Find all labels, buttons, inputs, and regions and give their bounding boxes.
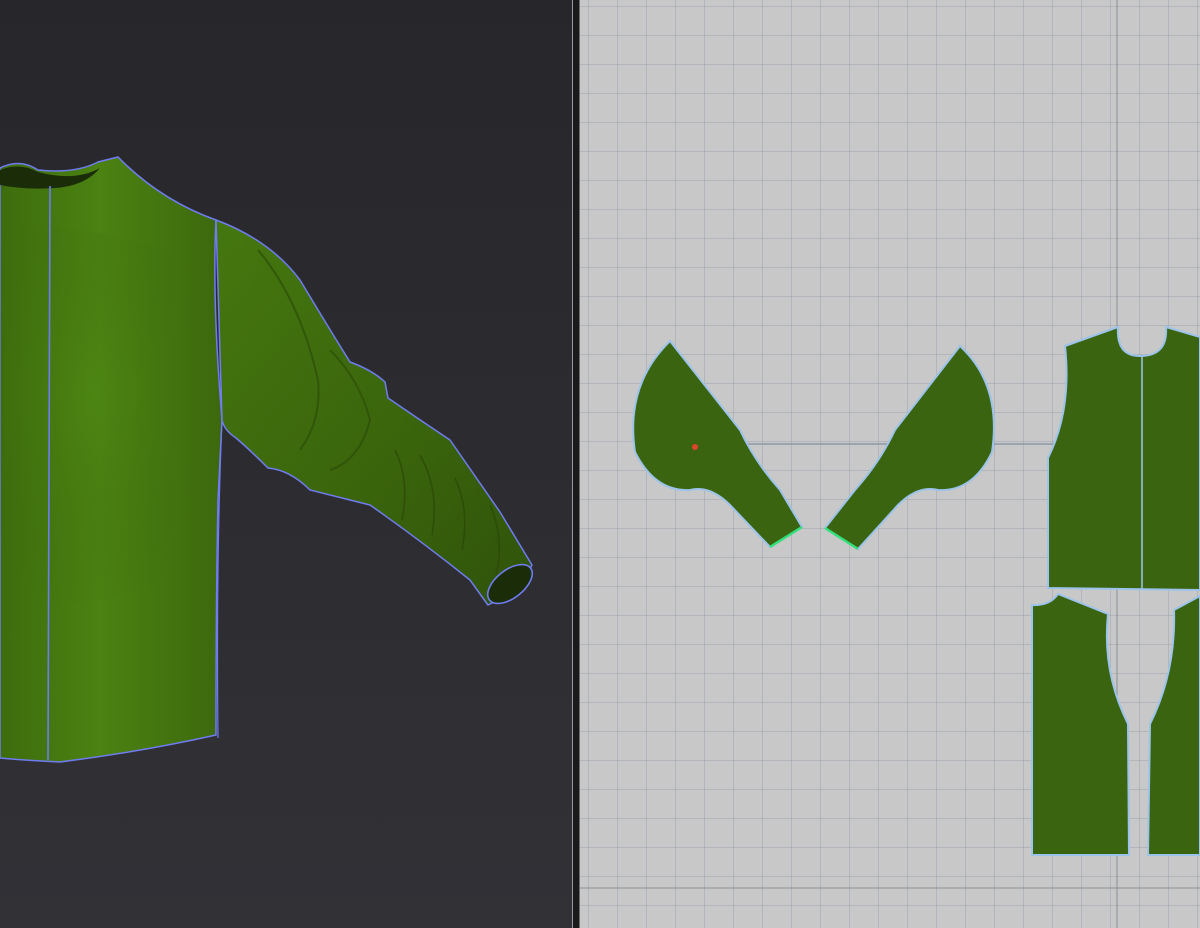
pin-marker[interactable] — [692, 444, 698, 450]
pattern-canvas[interactable] — [580, 0, 1200, 928]
pattern-piece-back-left[interactable] — [1031, 592, 1131, 856]
pattern-piece-front-bodice[interactable] — [1047, 325, 1200, 592]
pattern-piece-back-right[interactable] — [1146, 594, 1200, 856]
chest-highlight — [0, 220, 205, 605]
pattern-piece-right-sleeve[interactable] — [823, 344, 995, 551]
viewport-divider[interactable] — [572, 0, 580, 928]
shirt-3d[interactable] — [0, 156, 223, 763]
3d-scene[interactable] — [0, 0, 572, 928]
3d-garment-viewport[interactable] — [0, 0, 572, 928]
sleeve-3d[interactable] — [215, 218, 539, 611]
2d-pattern-viewport[interactable] — [580, 0, 1200, 928]
sleeve-body[interactable] — [215, 218, 533, 606]
